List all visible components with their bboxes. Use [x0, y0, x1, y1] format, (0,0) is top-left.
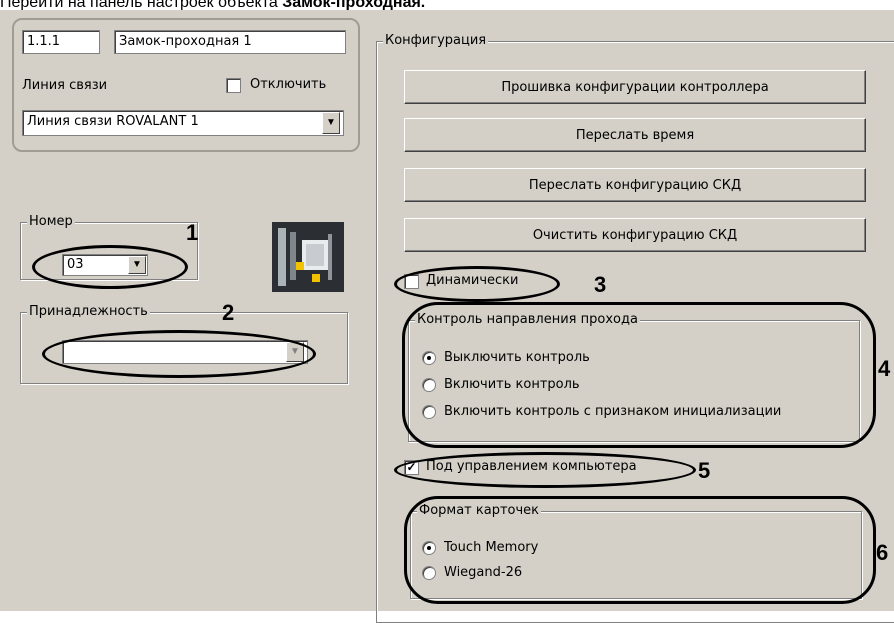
- link-select[interactable]: Линия связи ROVALANT 1: [22, 110, 344, 136]
- send-time-button[interactable]: Переслать время: [404, 118, 866, 152]
- callout-oval-5: [394, 452, 696, 488]
- flash-config-button[interactable]: Прошивка конфигурации контроллера: [404, 70, 866, 104]
- link-select-value: Линия связи ROVALANT 1: [27, 114, 199, 129]
- callout-number-3: 3: [594, 272, 607, 297]
- callout-number-5: 5: [698, 458, 711, 483]
- chevron-down-icon[interactable]: ▼: [322, 112, 340, 134]
- send-acs-config-button[interactable]: Переслать конфигурацию СКД: [404, 168, 866, 202]
- callout-oval-6: [404, 496, 876, 604]
- lock-device-image: [272, 222, 344, 292]
- callout-number-4: 4: [878, 356, 891, 381]
- object-id-field[interactable]: 1.1.1: [22, 30, 100, 54]
- link-label: Линия связи: [22, 78, 108, 93]
- clear-acs-config-button[interactable]: Очистить конфигурацию СКД: [404, 218, 866, 252]
- callout-oval-2: [42, 330, 316, 378]
- config-group-title: Конфигурация: [383, 33, 489, 48]
- callout-oval-4: [402, 302, 876, 448]
- callout-number-1: 1: [186, 220, 199, 245]
- number-group-title: Номер: [27, 214, 75, 229]
- callout-oval-1: [32, 245, 188, 289]
- callout-number-6: 6: [876, 540, 889, 565]
- belong-group-title: Принадлежность: [27, 304, 150, 319]
- callout-oval-3: [394, 266, 560, 302]
- object-header-panel: 1.1.1 Замок-проходная 1 Линия связи Откл…: [12, 18, 360, 152]
- disable-checkbox[interactable]: [226, 78, 241, 93]
- callout-number-2: 2: [222, 300, 235, 325]
- disable-label: Отключить: [250, 77, 327, 92]
- object-name-field[interactable]: Замок-проходная 1: [114, 30, 346, 54]
